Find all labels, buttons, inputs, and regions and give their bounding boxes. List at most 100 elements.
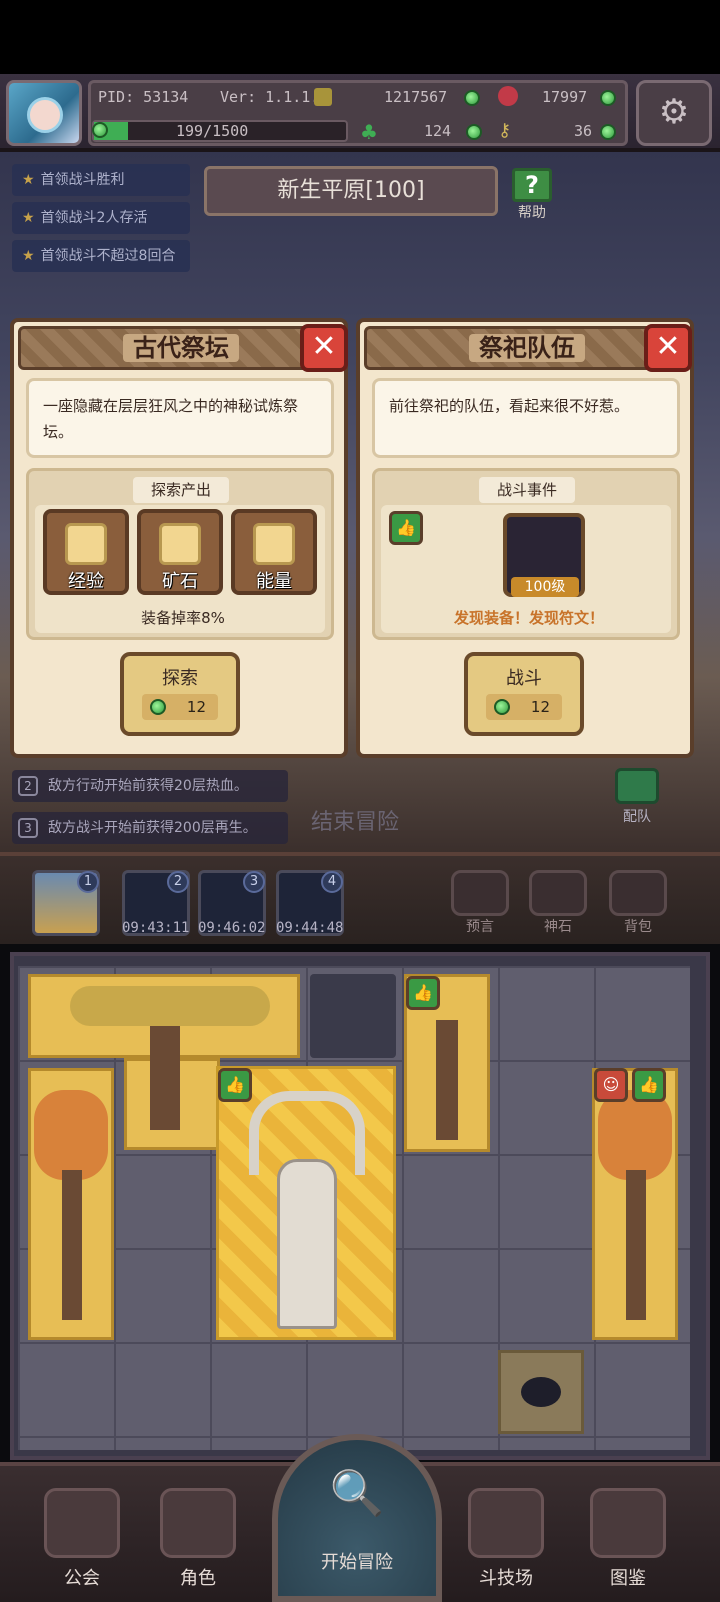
character-icon	[160, 1488, 236, 1558]
altar-description: 一座隐藏在层层狂风之中的神秘试炼祭坛。	[26, 378, 334, 458]
prophecy-button[interactable]: 预言	[448, 870, 512, 940]
reward-energy[interactable]: 能量	[231, 509, 317, 595]
xp-count: 199/1500	[176, 122, 249, 140]
battle-cost: 12	[486, 694, 562, 720]
clover-icon: ♣	[360, 120, 378, 144]
quest-text: 首领战斗不超过8回合	[40, 248, 176, 264]
nav-character[interactable]: 角色	[150, 1488, 246, 1598]
event-item: 2 敌方行动开始前获得20层热血。	[12, 770, 288, 802]
battle-event-section: 战斗事件 👍 100级 发现装备！发现符文！	[372, 468, 680, 640]
team-button[interactable]: 配队	[612, 768, 662, 828]
team-icon	[615, 768, 659, 804]
explore-button[interactable]: 探索 12	[120, 652, 240, 736]
battle-label: 战斗	[506, 668, 542, 689]
god-stone-button[interactable]: 神石	[526, 870, 590, 940]
nav-codex[interactable]: 图鉴	[580, 1488, 676, 1598]
team-card: 祭祀队伍 ✕ 前往祭祀的队伍，看起来很不好惹。 战斗事件 👍 100级 发现装备…	[356, 318, 694, 758]
pid-label: PID: 53134	[98, 88, 189, 106]
drop-rate: 装备掉率8%	[141, 609, 225, 627]
star-icon: ★	[22, 248, 35, 264]
explore-output-section: 探索产出 经验 矿石 能量 装备掉率8%	[26, 468, 334, 640]
end-adventure-button[interactable]: 结束冒险	[300, 760, 410, 844]
prophecy-icon	[451, 870, 509, 916]
explore-label: 探索	[162, 668, 198, 689]
quest-item: ★ 首领战斗不超过8回合	[12, 240, 190, 272]
stone-icon	[529, 870, 587, 916]
slot-timer: 09:43:11	[122, 920, 190, 936]
tree-trunk	[150, 1020, 180, 1130]
exp-arrow-icon	[65, 523, 107, 565]
close-icon[interactable]: ✕	[644, 324, 692, 372]
thumbs-up-icon: 👍	[406, 976, 440, 1010]
reward-ore[interactable]: 矿石	[137, 509, 223, 595]
nav-start-adventure[interactable]: 🔍 开始冒险	[272, 1434, 442, 1602]
energy-gem-icon	[494, 699, 510, 715]
autumn-tree-canopy	[34, 1090, 108, 1180]
locked-tile[interactable]	[310, 974, 396, 1058]
key-add-icon[interactable]	[600, 124, 616, 140]
enemy-portrait[interactable]: 100级	[503, 513, 585, 597]
team-card-title: 祭祀队伍	[364, 326, 690, 370]
clover-add-icon[interactable]	[466, 124, 482, 140]
tree-canopy	[70, 986, 270, 1026]
star-icon: ★	[22, 172, 35, 188]
section-title: 探索产出	[133, 477, 229, 503]
codex-icon	[590, 1488, 666, 1558]
reward-exp[interactable]: 经验	[43, 509, 129, 595]
quest-text: 首领战斗胜利	[40, 172, 125, 188]
close-icon[interactable]: ✕	[300, 324, 348, 372]
monster-icon: ☺	[594, 1068, 628, 1102]
altar-pillar	[277, 1159, 337, 1329]
status-bar-area	[0, 0, 720, 74]
nav-guild[interactable]: 公会	[34, 1488, 130, 1598]
heart-add-icon[interactable]	[600, 90, 616, 106]
thumbs-up-icon: 👍	[218, 1068, 252, 1102]
key-icon: ⚷	[498, 120, 512, 141]
ancient-altar-tile[interactable]	[216, 1066, 396, 1340]
altar-card: 古代祭坛 ✕ 一座隐藏在层层狂风之中的神秘试炼祭坛。 探索产出 经验 矿石 能量…	[10, 318, 348, 758]
backpack-icon	[609, 870, 667, 916]
gold-count: 1217567	[384, 88, 448, 106]
pot-icon	[521, 1377, 561, 1407]
thumbs-up-icon: 👍	[389, 511, 423, 545]
nav-arena[interactable]: 斗技场	[458, 1488, 554, 1598]
autumn-tree-canopy	[598, 1090, 672, 1180]
gold-add-icon[interactable]	[464, 90, 480, 106]
help-label: 帮助	[518, 205, 546, 221]
ore-icon	[159, 523, 201, 565]
quest-text: 首领战斗2人存活	[40, 210, 148, 226]
altar-card-title: 古代祭坛	[18, 326, 344, 370]
slot-timer: 09:44:48	[276, 920, 344, 936]
slot-timer: 09:46:02	[198, 920, 266, 936]
quest-item: ★ 首领战斗胜利	[12, 164, 190, 196]
thumbs-up-icon: 👍	[632, 1068, 666, 1102]
heart-count: 17997	[542, 88, 588, 106]
level-title: 新生平原[100]	[204, 166, 498, 216]
tree-trunk	[626, 1170, 646, 1320]
settings-gear-icon[interactable]: ⚙	[636, 80, 712, 146]
tree-trunk	[62, 1170, 82, 1320]
event-item: 3 敌方战斗开始前获得200层再生。	[12, 812, 288, 844]
heart-icon	[498, 86, 518, 106]
key-count: 36	[574, 122, 593, 140]
question-icon: ?	[512, 168, 552, 202]
battle-finds: 发现装备！发现符文！	[453, 609, 604, 627]
team-description: 前往祭祀的队伍，看起来很不好惹。	[372, 378, 680, 458]
enemy-level: 100级	[511, 577, 579, 597]
coin-icon	[314, 88, 332, 106]
tree-trunk	[436, 1020, 458, 1140]
player-avatar[interactable]	[6, 80, 82, 146]
pot-tile[interactable]	[498, 1350, 584, 1434]
section-title: 战斗事件	[479, 477, 575, 503]
quest-item: ★ 首领战斗2人存活	[12, 202, 190, 234]
star-icon: ★	[22, 210, 35, 226]
backpack-button[interactable]: 背包	[606, 870, 670, 940]
clover-count: 124	[424, 122, 452, 140]
lightning-icon	[253, 523, 295, 565]
battle-button[interactable]: 战斗 12	[464, 652, 584, 736]
map-slot-1[interactable]: 1	[32, 870, 100, 936]
guild-icon	[44, 1488, 120, 1558]
explore-cost: 12	[142, 694, 218, 720]
help-button[interactable]: ? 帮助	[508, 168, 556, 222]
magnifier-icon: 🔍	[329, 1468, 385, 1519]
